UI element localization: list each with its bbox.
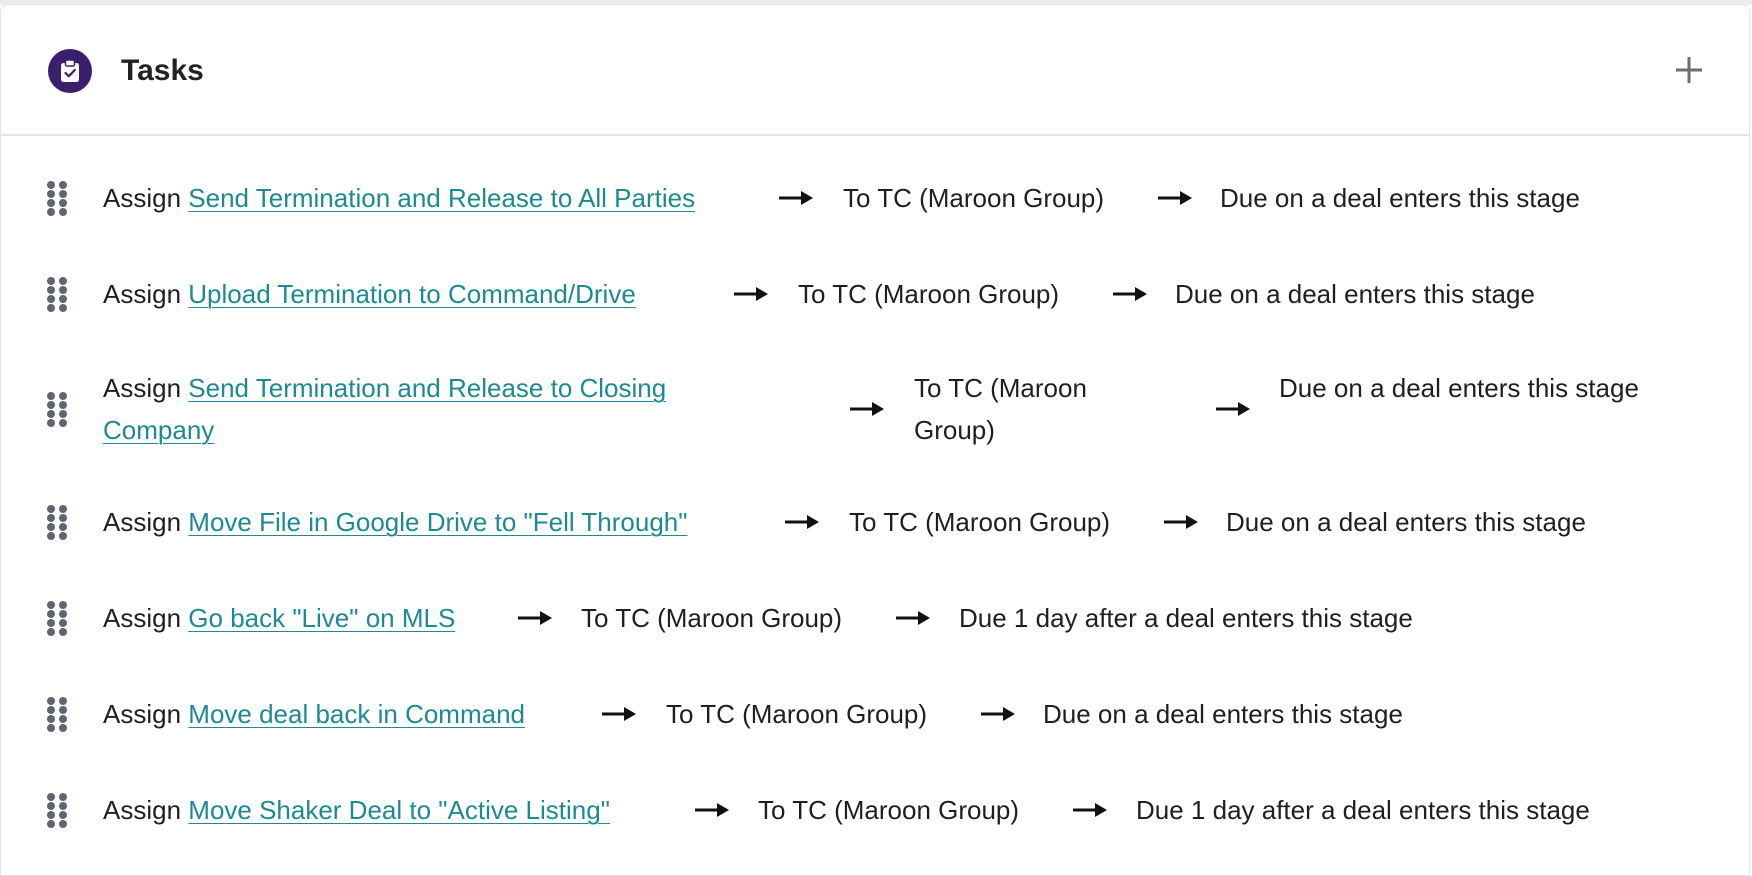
due-text: Due on a deal enters this stage (1220, 183, 1580, 213)
arrow-right-icon (850, 401, 884, 417)
panel-header: Tasks (1, 5, 1749, 136)
arrow-right-icon (1216, 401, 1250, 417)
due-text: Due on a deal enters this stage (1043, 699, 1403, 729)
task-link[interactable]: Move deal back in Command (188, 699, 525, 729)
assign-label: Assign (103, 183, 182, 213)
task-link[interactable]: Go back "Live" on MLS (188, 603, 455, 633)
assignee-text: To TC (Maroon Group) (849, 507, 1111, 537)
arrow-right-icon (734, 286, 768, 302)
drag-handle-icon[interactable] (46, 276, 68, 312)
assignee-text: To TC (Maroon Group) (843, 183, 1105, 213)
arrow-right-icon (1073, 802, 1107, 818)
task-description: Assign Upload Termination to Command/Dri… (103, 273, 636, 315)
drag-handle-icon[interactable] (46, 792, 68, 828)
assignee-text: To TC (Maroon Group) (666, 699, 928, 729)
assign-label: Assign (103, 373, 182, 403)
task-description: Assign Send Termination and Release to A… (103, 177, 695, 219)
assign-label: Assign (103, 795, 182, 825)
assignee-text: To TC (Maroon Group) (581, 603, 843, 633)
clipboard-check-icon (48, 49, 92, 93)
assignee-text: To TC (Maroon Group) (758, 795, 1020, 825)
drag-handle-icon[interactable] (46, 391, 68, 427)
task-description: Assign Send Termination and Release to C… (103, 367, 743, 451)
arrow-right-icon (981, 706, 1015, 722)
assign-label: Assign (103, 699, 182, 729)
arrow-right-icon (1164, 514, 1198, 530)
task-description: Assign Go back "Live" on MLS (103, 597, 455, 639)
arrow-right-icon (695, 802, 729, 818)
drag-handle-icon[interactable] (46, 600, 68, 636)
panel-title: Tasks (121, 54, 204, 87)
arrow-right-icon (785, 514, 819, 530)
assign-label: Assign (103, 507, 182, 537)
task-description: Assign Move File in Google Drive to "Fel… (103, 501, 687, 543)
due-text: Due on a deal enters this stage (1226, 507, 1586, 537)
drag-handle-icon[interactable] (46, 504, 68, 540)
tasks-panel: Tasks Assign Send Termination and Releas… (0, 4, 1750, 876)
drag-handle-icon[interactable] (46, 180, 68, 216)
assignee-text: To TC (Maroon Group) (798, 279, 1060, 309)
plus-icon (1676, 57, 1702, 83)
assign-label: Assign (103, 603, 182, 633)
due-text: Due 1 day after a deal enters this stage (959, 603, 1413, 633)
task-link[interactable]: Send Termination and Release to Closing … (103, 373, 666, 445)
due-text: Due on a deal enters this stage (1175, 279, 1535, 309)
task-link[interactable]: Move File in Google Drive to "Fell Throu… (188, 507, 687, 537)
arrow-right-icon (602, 706, 636, 722)
due-text: Due on a deal enters this stage (1279, 373, 1639, 403)
task-link[interactable]: Move Shaker Deal to "Active Listing" (188, 795, 610, 825)
task-description: Assign Move deal back in Command (103, 693, 525, 735)
assignee-text: To TC (Maroon Group) (914, 373, 1087, 445)
due-text: Due 1 day after a deal enters this stage (1136, 795, 1590, 825)
arrow-right-icon (518, 610, 552, 626)
arrow-right-icon (779, 190, 813, 206)
arrow-right-icon (896, 610, 930, 626)
task-description: Assign Move Shaker Deal to "Active Listi… (103, 789, 610, 831)
drag-handle-icon[interactable] (46, 696, 68, 732)
task-link[interactable]: Upload Termination to Command/Drive (188, 279, 636, 309)
assign-label: Assign (103, 279, 182, 309)
arrow-right-icon (1113, 286, 1147, 302)
arrow-right-icon (1158, 190, 1192, 206)
add-task-button[interactable] (1669, 50, 1709, 90)
task-link[interactable]: Send Termination and Release to All Part… (188, 183, 695, 213)
